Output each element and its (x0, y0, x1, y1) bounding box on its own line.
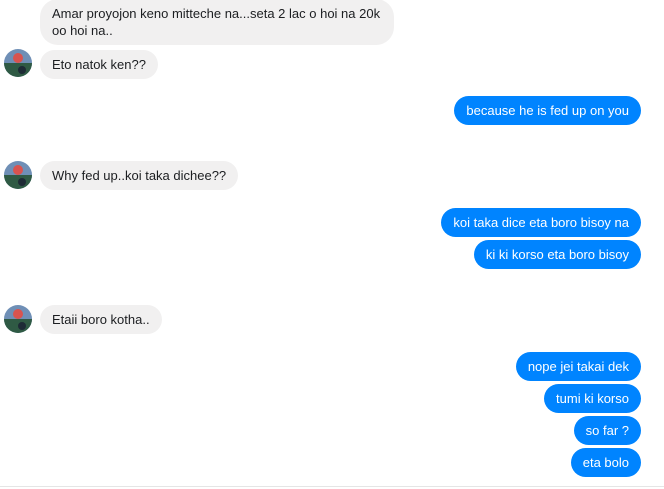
divider (0, 486, 664, 487)
avatar-photo-icon (4, 49, 32, 77)
message-text: koi taka dice eta boro bisoy na (453, 215, 629, 230)
message-text: because he is fed up on you (466, 103, 629, 118)
message-text: ki ki korso eta boro bisoy (485, 247, 629, 262)
contact-avatar[interactable] (4, 49, 32, 77)
outgoing-message[interactable]: ki ki korso eta boro bisoy (473, 240, 641, 269)
outgoing-message[interactable]: nope jei takai dek (515, 352, 641, 381)
message-text: nope jei takai dek (527, 359, 629, 374)
message-text: Etaii boro kotha.. (52, 312, 150, 327)
outgoing-message[interactable]: eta bolo (570, 448, 641, 477)
message-text: Eto natok ken?? (52, 57, 146, 72)
outgoing-message[interactable]: tumi ki korso (544, 384, 641, 413)
outgoing-message[interactable]: so far ? (573, 416, 641, 445)
chat-thread: Amar proyojon keno mitteche na...seta 2 … (0, 0, 664, 489)
message-text: Amar proyojon keno mitteche na...seta 2 … (52, 6, 381, 38)
incoming-message[interactable]: Eto natok ken?? (40, 50, 158, 79)
message-text: tumi ki korso (556, 391, 629, 406)
incoming-message[interactable]: Amar proyojon keno mitteche na...seta 2 … (40, 0, 394, 45)
outgoing-message[interactable]: koi taka dice eta boro bisoy na (441, 208, 641, 237)
message-text: Why fed up..koi taka dichee?? (52, 168, 227, 183)
avatar-photo-icon (4, 305, 32, 333)
contact-avatar[interactable] (4, 161, 32, 189)
contact-avatar[interactable] (4, 305, 32, 333)
avatar-photo-icon (4, 161, 32, 189)
message-text: so far ? (585, 423, 629, 438)
incoming-message[interactable]: Why fed up..koi taka dichee?? (40, 161, 239, 190)
message-text: eta bolo (582, 455, 629, 470)
incoming-message[interactable]: Etaii boro kotha.. (40, 305, 162, 334)
outgoing-message[interactable]: because he is fed up on you (454, 96, 641, 125)
